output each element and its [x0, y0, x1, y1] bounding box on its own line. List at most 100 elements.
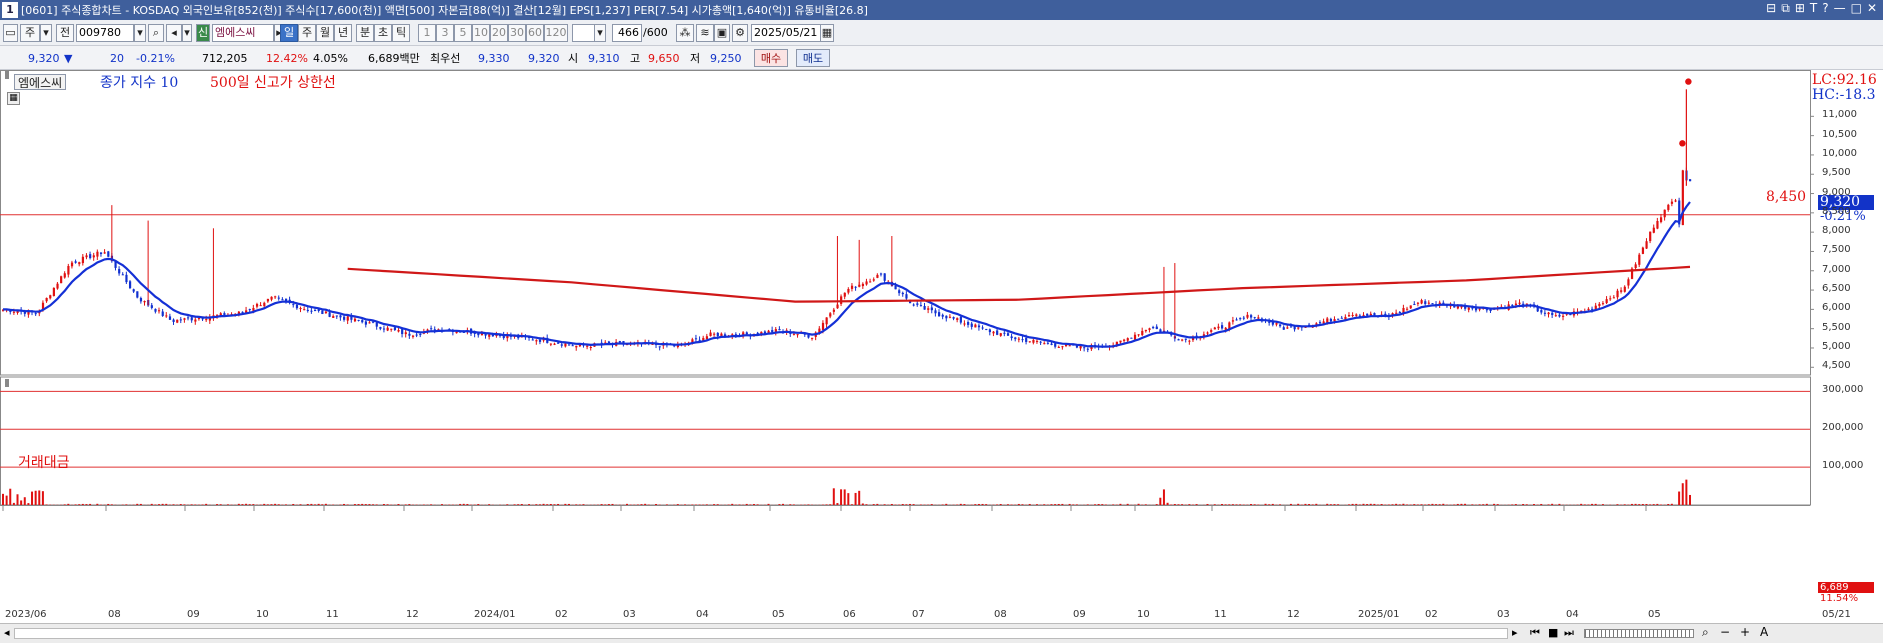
help-icon[interactable]: ? — [1822, 1, 1828, 16]
volume-bar — [110, 504, 113, 505]
window-layout-icon[interactable]: ⊞ — [1795, 1, 1805, 16]
gear-icon[interactable]: ⚙ — [732, 24, 748, 42]
close-icon[interactable]: ✕ — [1867, 1, 1877, 16]
scroll-left-icon[interactable]: ◂ — [4, 626, 10, 639]
interval-5[interactable]: 5 — [454, 24, 472, 42]
candle-body — [183, 318, 186, 320]
save-icon[interactable]: ▣ — [714, 24, 730, 42]
minimize-icon[interactable]: — — [1834, 1, 1846, 16]
period-day[interactable]: 일 — [280, 24, 298, 42]
window-tile-icon[interactable]: ⊟ — [1766, 1, 1776, 16]
volume-bar — [397, 504, 400, 505]
chart-area[interactable]: 엠에스씨 ▦ 종가 지수 10 500일 신고가 상한선 거래대금 LC:92.… — [0, 70, 1883, 643]
buy-button[interactable]: 매수 — [754, 49, 788, 67]
speaker-dropdown-icon[interactable]: ▾ — [182, 24, 192, 42]
interval-10[interactable]: 10 — [472, 24, 490, 42]
volume-panel-title[interactable]: 거래대금 — [18, 452, 70, 472]
date-input[interactable]: 2025/05/21 — [751, 24, 821, 42]
indicator-ma-label[interactable]: 종가 지수 10 — [100, 72, 178, 92]
zoom-in-icon[interactable]: + — [1740, 625, 1750, 639]
volume-bar — [245, 503, 248, 505]
candle-body — [1587, 308, 1590, 311]
font-size-icon[interactable]: A — [1760, 625, 1768, 639]
volume-bar — [1630, 503, 1633, 505]
calendar-icon[interactable]: ▦ — [820, 24, 834, 42]
last-page-icon[interactable]: ⏭ — [1564, 626, 1574, 640]
candle-body — [901, 292, 904, 295]
scroll-track[interactable] — [14, 628, 1508, 639]
sell-button[interactable]: 매도 — [796, 49, 830, 67]
maximize-icon[interactable]: □ — [1851, 1, 1862, 16]
volume-bar — [1057, 503, 1060, 505]
interval-20[interactable]: 20 — [490, 24, 508, 42]
price-tick-label: 5,500 — [1822, 321, 1851, 333]
interval-60[interactable]: 60 — [526, 24, 544, 42]
grid-toggle-icon[interactable]: ▦ — [7, 92, 20, 105]
zoom-icon[interactable]: ⌕ — [1702, 625, 1709, 640]
price-change: 20 — [110, 52, 124, 65]
period-tick[interactable]: 틱 — [392, 24, 410, 42]
pattern-icon[interactable]: ≋ — [696, 24, 714, 42]
speaker-icon[interactable]: ◂ — [166, 24, 182, 42]
stock-code-input[interactable]: 009780 — [76, 24, 134, 42]
volume-bar — [626, 503, 629, 505]
candle-body — [194, 319, 197, 322]
code-dropdown-icon[interactable]: ▾ — [134, 24, 146, 42]
interval-dropdown-icon[interactable]: ▾ — [594, 24, 606, 42]
time-tick-label: 2024/01 — [474, 609, 516, 620]
zoom-out-icon[interactable]: − — [1720, 625, 1730, 639]
window-cascade-icon[interactable]: ⧉ — [1781, 1, 1790, 16]
indicator-limit-label[interactable]: 500일 신고가 상한선 — [210, 72, 336, 92]
time-tick-label: 03 — [623, 609, 636, 620]
jeon-button[interactable]: 전 — [56, 24, 74, 42]
volume-bar — [1351, 503, 1354, 505]
candle-body — [248, 309, 251, 311]
candle-body — [959, 316, 962, 323]
candle-body — [1119, 340, 1122, 343]
interval-120[interactable]: 120 — [544, 24, 568, 42]
scroll-bar[interactable]: ◂ ▸ ⏮ ■ ⏭ ⌕ − + A — [0, 623, 1883, 643]
time-tick-label: 12 — [406, 609, 419, 620]
first-page-icon[interactable]: ⏮ — [1530, 626, 1540, 640]
interval-30[interactable]: 30 — [508, 24, 526, 42]
candle-body — [586, 345, 589, 347]
candle-body — [346, 316, 349, 321]
volume-bar — [713, 504, 716, 505]
volume-bar — [513, 504, 516, 505]
price-panel-frame — [0, 70, 1811, 376]
volume-bar — [361, 503, 364, 505]
volume-bar — [284, 504, 287, 505]
candle-body — [375, 322, 378, 327]
stock-tab[interactable]: 엠에스씨 — [14, 74, 67, 90]
market-select[interactable]: 주 — [20, 24, 40, 42]
interval-3[interactable]: 3 — [436, 24, 454, 42]
chevron-down-icon[interactable]: ▾ — [40, 24, 52, 42]
volume-bar — [27, 503, 30, 505]
price-chart-svg[interactable] — [0, 70, 1883, 643]
new-badge: 신 — [196, 24, 210, 42]
period-year[interactable]: 년 — [334, 24, 352, 42]
data-count-input[interactable]: 466 — [612, 24, 642, 42]
volume-bar — [477, 504, 480, 505]
indicator-icon[interactable]: ⁂ — [676, 24, 694, 42]
search-icon[interactable]: ⌕ — [148, 24, 164, 42]
interval-1[interactable]: 1 — [418, 24, 436, 42]
zoom-slider[interactable] — [1584, 629, 1694, 638]
candle-body — [281, 299, 284, 301]
period-minute[interactable]: 분 — [356, 24, 374, 42]
scroll-right-icon[interactable]: ▸ — [1512, 626, 1518, 639]
candle-body — [1003, 332, 1006, 334]
candle-body — [974, 324, 977, 328]
volume-bar — [676, 504, 679, 505]
period-month[interactable]: 월 — [316, 24, 334, 42]
period-second[interactable]: 초 — [374, 24, 392, 42]
candle-body — [564, 343, 567, 347]
candle-body — [393, 327, 397, 330]
volume-bar — [1420, 504, 1423, 505]
font-icon[interactable]: T — [1810, 1, 1817, 16]
period-week[interactable]: 주 — [298, 24, 316, 42]
volume-bar — [1391, 504, 1394, 505]
menu-icon[interactable]: ▭ — [3, 24, 18, 42]
stop-icon[interactable]: ■ — [1548, 626, 1558, 639]
candle-body — [1558, 314, 1561, 317]
